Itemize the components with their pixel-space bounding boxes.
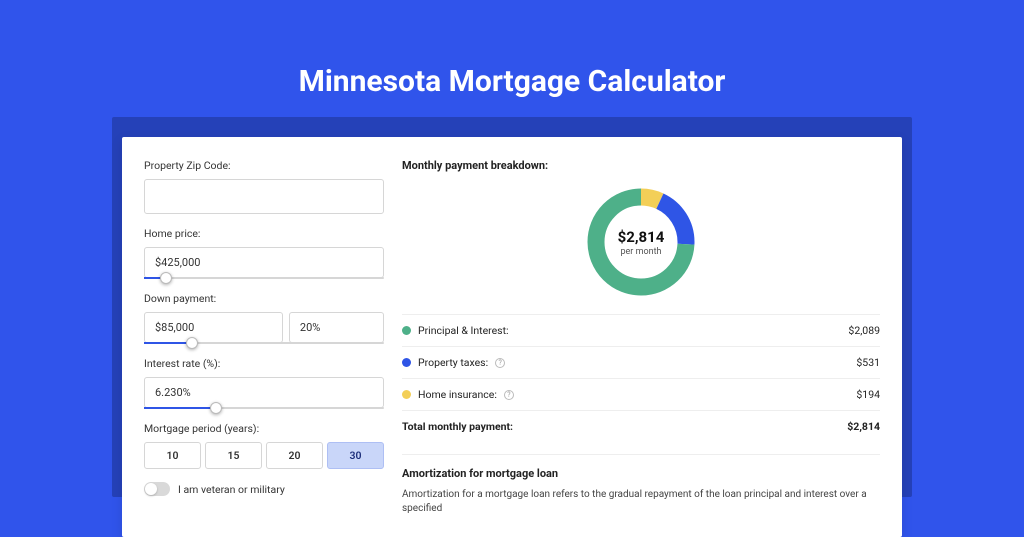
legend-row: Home insurance:? $194 xyxy=(402,379,880,411)
breakdown-column: Monthly payment breakdown: $2,814 per mo… xyxy=(402,159,880,537)
amortization-section: Amortization for mortgage loan Amortizat… xyxy=(402,454,880,516)
help-icon[interactable]: ? xyxy=(504,390,514,400)
hero-band: Property Zip Code: Home price: Down paym… xyxy=(112,117,912,497)
donut-total: $2,814 xyxy=(618,228,665,246)
veteran-row: I am veteran or military xyxy=(144,482,384,496)
donut-sub: per month xyxy=(620,247,661,257)
inputs-column: Property Zip Code: Home price: Down paym… xyxy=(144,159,384,537)
legend-value: $2,089 xyxy=(848,324,880,337)
legend-dot-icon xyxy=(402,358,411,367)
rate-group: Interest rate (%): xyxy=(144,357,384,409)
zip-group: Property Zip Code: xyxy=(144,159,384,214)
rate-label: Interest rate (%): xyxy=(144,357,384,370)
breakdown-title: Monthly payment breakdown: xyxy=(402,159,880,172)
legend-total-value: $2,814 xyxy=(847,420,880,433)
down-group: Down payment: xyxy=(144,292,384,344)
veteran-label: I am veteran or military xyxy=(178,483,285,496)
price-group: Home price: xyxy=(144,227,384,279)
slider-thumb[interactable] xyxy=(186,337,198,349)
legend-row: Principal & Interest: $2,089 xyxy=(402,315,880,347)
donut-wrap: $2,814 per month xyxy=(402,176,880,314)
down-percent-input[interactable] xyxy=(289,312,384,343)
donut-center: $2,814 per month xyxy=(581,182,701,302)
page-title: Minnesota Mortgage Calculator xyxy=(0,0,1024,117)
legend-row: Property taxes:? $531 xyxy=(402,347,880,379)
legend-dot-icon xyxy=(402,390,411,399)
legend-total-label: Total monthly payment: xyxy=(402,420,513,433)
legend-label: Home insurance: xyxy=(418,388,497,401)
zip-label: Property Zip Code: xyxy=(144,159,384,172)
period-buttons: 10152030 xyxy=(144,442,384,469)
legend-label: Principal & Interest: xyxy=(418,324,509,337)
price-label: Home price: xyxy=(144,227,384,240)
legend: Principal & Interest: $2,089 Property taxe… xyxy=(402,314,880,442)
legend-value: $194 xyxy=(856,388,880,401)
price-slider[interactable] xyxy=(144,277,384,279)
down-amount-input[interactable] xyxy=(144,312,283,343)
legend-total-row: Total monthly payment: $2,814 xyxy=(402,411,880,442)
period-group: Mortgage period (years): 10152030 xyxy=(144,422,384,469)
payment-donut-chart: $2,814 per month xyxy=(581,182,701,302)
price-input[interactable] xyxy=(144,247,384,278)
period-option-10[interactable]: 10 xyxy=(144,442,201,469)
period-option-20[interactable]: 20 xyxy=(266,442,323,469)
help-icon[interactable]: ? xyxy=(495,358,505,368)
veteran-toggle[interactable] xyxy=(144,482,170,496)
rate-input[interactable] xyxy=(144,377,384,408)
zip-input[interactable] xyxy=(144,179,384,214)
legend-value: $531 xyxy=(856,356,880,369)
slider-thumb[interactable] xyxy=(210,402,222,414)
period-label: Mortgage period (years): xyxy=(144,422,384,435)
slider-thumb[interactable] xyxy=(160,272,172,284)
legend-dot-icon xyxy=(402,326,411,335)
calculator-panel: Property Zip Code: Home price: Down paym… xyxy=(122,137,902,537)
rate-slider[interactable] xyxy=(144,407,384,409)
period-option-15[interactable]: 15 xyxy=(205,442,262,469)
period-option-30[interactable]: 30 xyxy=(327,442,384,469)
amortization-title: Amortization for mortgage loan xyxy=(402,467,880,480)
down-label: Down payment: xyxy=(144,292,384,305)
legend-label: Property taxes: xyxy=(418,356,488,369)
down-slider[interactable] xyxy=(144,342,384,344)
